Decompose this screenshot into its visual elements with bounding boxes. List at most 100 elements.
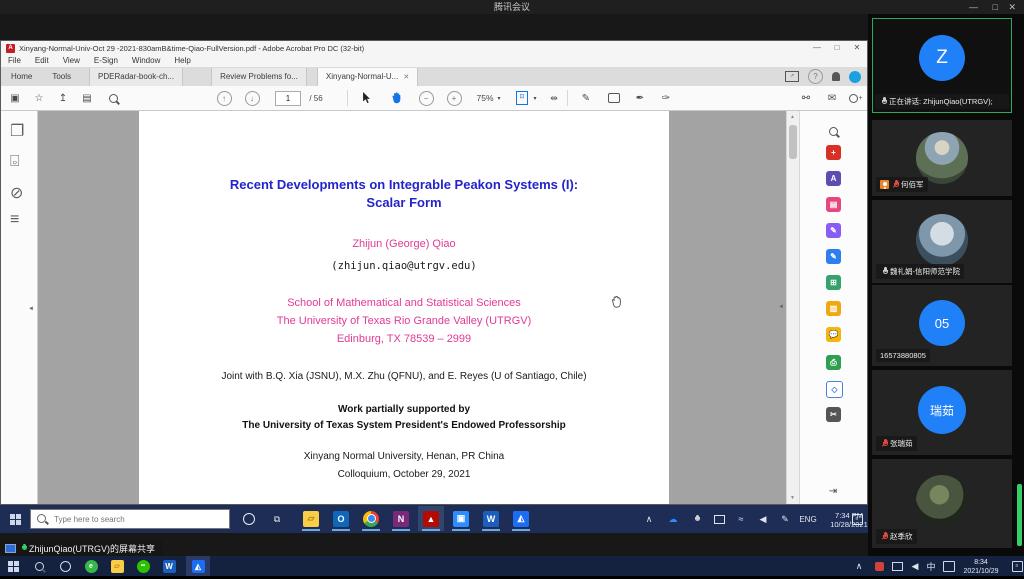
acrobat-restore-button[interactable]: □ [827, 41, 847, 55]
layers-icon[interactable]: ≡ [10, 211, 24, 225]
browser-360-icon[interactable]: e [82, 556, 100, 576]
chrome-icon[interactable] [358, 506, 384, 531]
scrollbar-thumb[interactable] [789, 125, 797, 159]
volume-icon[interactable]: ◀ [754, 505, 772, 533]
participant-tile[interactable]: 瑞茹 张瑞茹 [872, 370, 1012, 455]
tab-document-1[interactable]: PDERadar-book-ch... [89, 68, 183, 86]
tray-screenshare-icon[interactable] [710, 505, 728, 533]
comment-tool-icon[interactable]: 💬 [826, 327, 841, 342]
fit-dropdown-icon[interactable]: ▾ [531, 86, 539, 110]
account-avatar[interactable] [849, 71, 861, 83]
tab-home[interactable]: Home [1, 67, 42, 86]
acrobat-minimize-button[interactable]: — [807, 41, 827, 55]
previous-page-button[interactable]: ↑ [215, 86, 233, 110]
expand-panel-icon[interactable]: ⇥ [824, 479, 842, 503]
scroll-down-icon[interactable]: ▼ [790, 495, 795, 501]
email-icon[interactable]: ✉ [823, 86, 841, 110]
export-pdf-icon[interactable]: A [826, 171, 841, 186]
local-search-icon[interactable] [30, 556, 48, 576]
add-person-icon[interactable]: + [847, 86, 865, 110]
star-icon[interactable]: ☆ [30, 86, 48, 110]
menu-help[interactable]: Help [167, 55, 197, 67]
select-tool-icon[interactable] [357, 86, 375, 110]
pdf-page[interactable]: Recent Developments on Integrable Peakon… [139, 111, 669, 504]
print-icon[interactable]: ▤ [78, 86, 96, 110]
tray-mic-icon[interactable] [688, 505, 706, 533]
menu-window[interactable]: Window [125, 55, 167, 67]
menu-view[interactable]: View [56, 55, 87, 67]
menu-file[interactable]: File [1, 55, 28, 67]
start-button[interactable] [6, 505, 24, 533]
fill-sign-icon[interactable]: ✑ [657, 86, 675, 110]
tab-tools[interactable]: Tools [42, 67, 81, 86]
onedrive-cloud-icon[interactable]: ☁ [664, 505, 682, 533]
more-tools-icon[interactable]: ✂ [826, 407, 841, 422]
upload-cloud-icon[interactable]: ↥ [54, 86, 72, 110]
meeting-close-button[interactable]: ✕ [1002, 0, 1022, 14]
local-start-button[interactable] [4, 556, 22, 576]
save-icon[interactable]: ▣ [6, 86, 24, 110]
acrobat-taskbar-icon[interactable]: ▲ [418, 506, 444, 531]
zoom-out-icon[interactable]: − [417, 86, 435, 110]
wechat-icon[interactable]: •• [134, 556, 152, 576]
tab-document-3-active[interactable]: Xinyang-Normal-U...✕ [317, 68, 418, 86]
file-explorer-icon[interactable]: ▱ [298, 506, 324, 531]
network-icon[interactable]: ≈ [732, 505, 750, 533]
participant-scrollbar-thumb[interactable] [1017, 484, 1022, 546]
page-number-input[interactable]: 1 [275, 91, 301, 106]
participant-tile-speaker[interactable]: Z 正在讲话: ZhijunQiao(UTRGV); [872, 18, 1012, 113]
ime-language-icon[interactable]: 中 [922, 556, 940, 576]
taskbar-search[interactable] [30, 509, 230, 529]
outlook-icon[interactable]: O [328, 506, 354, 531]
bookmarks-icon[interactable]: ⌻ [10, 153, 24, 167]
fill-sign-tool-icon[interactable]: ✎ [826, 223, 841, 238]
local-action-center-icon[interactable]: ≡ [1008, 556, 1024, 576]
left-panel-collapse-icon[interactable]: ◄ [28, 306, 34, 312]
page-thumbnails-icon[interactable]: ❐ [10, 121, 24, 135]
participant-scrollbar[interactable] [1017, 14, 1022, 556]
scroll-up-icon[interactable]: ▲ [790, 114, 795, 120]
meeting-camera-icon[interactable]: ▣ [448, 506, 474, 531]
language-indicator[interactable]: ENG [796, 505, 820, 533]
create-pdf-icon[interactable]: + [826, 145, 841, 160]
local-word-icon[interactable]: W [160, 556, 178, 576]
local-tencent-meeting-icon[interactable]: ◭ [186, 556, 210, 576]
request-signatures-icon[interactable]: ▥ [826, 301, 841, 316]
onenote-icon[interactable]: N [388, 506, 414, 531]
local-tray-chevron-icon[interactable]: ∧ [850, 556, 868, 576]
fit-page-icon[interactable]: ⊡ [513, 86, 531, 110]
next-page-button[interactable]: ↓ [243, 86, 261, 110]
local-screenshare-icon[interactable] [888, 556, 906, 576]
tab-close-icon[interactable]: ✕ [403, 74, 409, 81]
meeting-minimize-button[interactable]: — [963, 0, 984, 14]
right-panel-collapse-icon[interactable]: ◄ [778, 304, 784, 310]
comment-bubble-icon[interactable] [605, 86, 623, 110]
participant-tile[interactable]: 05 16573880805 [872, 285, 1012, 366]
protect-icon[interactable]: ◇ [826, 381, 843, 398]
print-production-icon[interactable]: ⎙ [826, 355, 841, 370]
edit-pdf-icon[interactable]: ✎ [826, 249, 841, 264]
participant-tile[interactable]: 何佰军 [872, 120, 1012, 196]
organize-pages-icon[interactable]: ▤ [826, 197, 841, 212]
find-icon[interactable] [104, 86, 122, 110]
share-screen-icon[interactable]: ↗ [785, 71, 799, 82]
cortana-icon[interactable] [240, 505, 258, 533]
tab-document-2[interactable]: Review Problems fo... [211, 68, 307, 86]
task-view-icon[interactable]: ⧉ [268, 505, 286, 533]
search-input[interactable] [52, 514, 216, 525]
meeting-maximize-button[interactable]: □ [987, 0, 1004, 14]
local-file-explorer-icon[interactable]: ▱ [108, 556, 126, 576]
participant-tile[interactable]: 魏礼娟-信阳师范学院 [872, 200, 1012, 283]
participant-tile[interactable]: 赵季欣 [872, 459, 1012, 548]
document-scrollbar[interactable]: ▲ ▼ [786, 111, 799, 504]
sign-tool-icon[interactable]: ✒ [631, 86, 649, 110]
acrobat-close-button[interactable]: ✕ [847, 41, 867, 55]
hand-tool-icon[interactable] [387, 86, 405, 110]
security-app-icon[interactable] [870, 556, 888, 576]
zoom-in-icon[interactable]: + [445, 86, 463, 110]
local-cortana-icon[interactable] [56, 556, 74, 576]
combine-files-icon[interactable]: ⊞ [826, 275, 841, 290]
pen-tray-icon[interactable]: ✎ [776, 505, 794, 533]
bell-icon[interactable] [832, 72, 840, 81]
tencent-meeting-icon[interactable]: ◭ [508, 506, 534, 531]
